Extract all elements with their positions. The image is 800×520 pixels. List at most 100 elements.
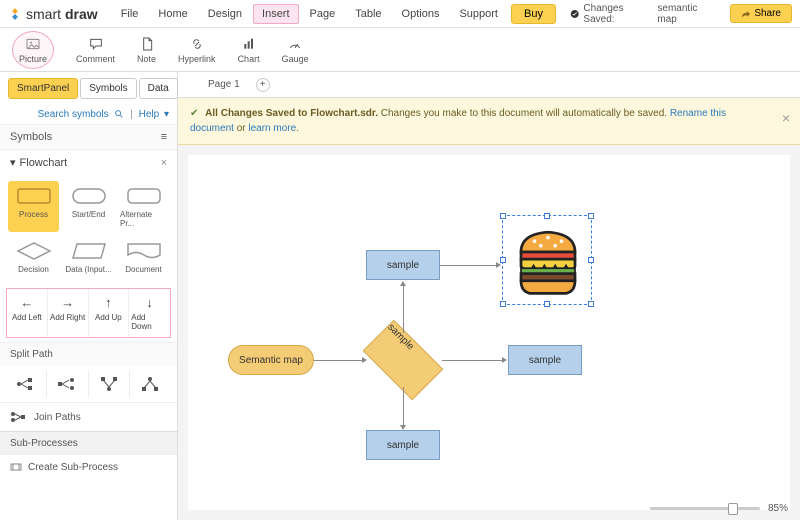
shape-preview-icon — [124, 240, 164, 262]
app-logo: smartdraw — [8, 6, 98, 22]
help-link[interactable]: Help — [139, 109, 160, 120]
tab-smartpanel[interactable]: SmartPanel — [8, 78, 78, 99]
save-status: Changes Saved: semantic map — [570, 3, 716, 25]
tab-symbols[interactable]: Symbols — [80, 78, 136, 99]
node-bottom[interactable]: sample — [366, 430, 440, 460]
save-status-prefix: Changes Saved: — [583, 3, 653, 25]
arrow-center-right — [442, 360, 504, 361]
ribbon-gauge[interactable]: Gauge — [282, 36, 309, 64]
burger-icon — [503, 216, 593, 306]
selection-handle[interactable] — [500, 301, 506, 307]
comment-icon — [87, 36, 105, 52]
arrow-down-icon: ↓ — [146, 295, 153, 310]
learn-more-link[interactable]: learn more — [248, 123, 296, 134]
split-path-heading: Split Path — [0, 342, 177, 366]
zoom-slider[interactable] — [650, 507, 760, 510]
selection-handle[interactable] — [588, 213, 594, 219]
note-icon — [138, 36, 156, 52]
add-label: Add Left — [12, 313, 42, 322]
shape-data-input-[interactable]: Data (Input... — [63, 236, 114, 278]
canvas[interactable]: Semantic map sample sample sample sample — [188, 155, 790, 510]
zoom-thumb[interactable] — [728, 503, 738, 515]
shape-decision[interactable]: Decision — [8, 236, 59, 278]
canvas-area: Page 1 + ✔ All Changes Saved to Flowchar… — [178, 72, 800, 520]
shape-process[interactable]: Process — [8, 181, 59, 232]
menu-page[interactable]: Page — [301, 4, 345, 24]
node-decision[interactable]: sample — [368, 335, 438, 385]
shape-alternate-pr-[interactable]: Alternate Pr... — [118, 181, 169, 232]
split-option-4[interactable] — [130, 370, 171, 398]
join-paths-row[interactable]: Join Paths — [0, 402, 177, 431]
panel-menu-icon[interactable]: ≡ — [161, 131, 167, 143]
ribbon-label: Hyperlink — [178, 54, 216, 64]
arrow-left-icon: ← — [20, 295, 33, 310]
selection-handle[interactable] — [500, 213, 506, 219]
banner-dot: . — [296, 123, 299, 134]
search-symbols-link[interactable]: Search symbols — [38, 109, 109, 120]
check-icon — [570, 9, 579, 19]
split-option-1[interactable] — [6, 370, 47, 398]
banner-text: Changes you make to this document will a… — [378, 108, 670, 119]
node-right[interactable]: sample — [508, 345, 582, 375]
shape-label: Alternate Pr... — [120, 210, 167, 228]
gauge-icon — [286, 36, 304, 52]
page-tab-1[interactable]: Page 1 — [208, 79, 240, 90]
menu-support[interactable]: Support — [450, 4, 507, 24]
close-category-icon[interactable]: × — [161, 157, 167, 169]
create-sub-process[interactable]: Create Sub-Process — [0, 455, 177, 479]
ribbon-picture[interactable]: Picture — [12, 31, 54, 69]
ribbon-label: Picture — [19, 54, 47, 64]
ribbon-comment[interactable]: Comment — [76, 36, 115, 64]
inserted-picture[interactable] — [502, 215, 592, 305]
logo-icon — [8, 7, 22, 21]
shape-label: Decision — [18, 265, 49, 274]
ribbon-label: Note — [137, 54, 156, 64]
buy-button[interactable]: Buy — [511, 4, 556, 24]
add-page-button[interactable]: + — [256, 78, 270, 92]
menu-file[interactable]: File — [112, 4, 148, 24]
add-label: Add Right — [50, 313, 85, 322]
ribbon-note[interactable]: Note — [137, 36, 156, 64]
arrow-top-image — [440, 265, 498, 266]
tab-data[interactable]: Data — [139, 78, 178, 99]
node-decision-label: sample — [385, 322, 416, 353]
shape-preview-icon — [14, 240, 54, 262]
menu-home[interactable]: Home — [149, 4, 196, 24]
node-top[interactable]: sample — [366, 250, 440, 280]
create-sub-label: Create Sub-Process — [28, 462, 118, 473]
shape-label: Start/End — [72, 210, 105, 219]
menu-design[interactable]: Design — [199, 4, 251, 24]
ribbon-hyperlink[interactable]: Hyperlink — [178, 36, 216, 64]
shape-start-end[interactable]: Start/End — [63, 181, 114, 232]
selection-handle[interactable] — [544, 213, 550, 219]
add-up-button[interactable]: ↑Add Up — [89, 289, 130, 337]
menu-table[interactable]: Table — [346, 4, 390, 24]
ribbon-label: Gauge — [282, 54, 309, 64]
selection-handle[interactable] — [588, 301, 594, 307]
shape-label: Process — [19, 210, 48, 219]
selection-handle[interactable] — [544, 301, 550, 307]
banner-check-icon: ✔ — [190, 108, 198, 119]
shape-preview-icon — [124, 185, 164, 207]
share-button[interactable]: Share — [730, 4, 792, 23]
insert-ribbon: Picture Comment Note Hyperlink Chart Gauge — [0, 28, 800, 72]
ribbon-chart[interactable]: Chart — [238, 36, 260, 64]
node-start[interactable]: Semantic map — [228, 345, 314, 375]
main-menu: FileHomeDesignInsertPageTableOptionsSupp… — [112, 4, 507, 24]
menu-options[interactable]: Options — [393, 4, 449, 24]
split-option-3[interactable] — [89, 370, 130, 398]
arrow-center-bottom — [403, 387, 404, 427]
split-option-2[interactable] — [47, 370, 88, 398]
add-down-button[interactable]: ↓Add Down — [129, 289, 170, 337]
add-right-button[interactable]: →Add Right — [48, 289, 89, 337]
add-left-button[interactable]: ← Add Left — [7, 289, 48, 337]
menu-insert[interactable]: Insert — [253, 4, 299, 24]
close-banner-icon[interactable]: × — [782, 108, 790, 129]
arrowhead — [400, 281, 406, 286]
shape-document[interactable]: Document — [118, 236, 169, 278]
help-dropdown-icon[interactable]: ▾ — [164, 109, 169, 120]
selection-handle[interactable] — [588, 257, 594, 263]
collapse-arrow-icon[interactable]: ▾ — [10, 156, 16, 169]
selection-handle[interactable] — [500, 257, 506, 263]
flowchart-category[interactable]: Flowchart — [20, 157, 68, 169]
